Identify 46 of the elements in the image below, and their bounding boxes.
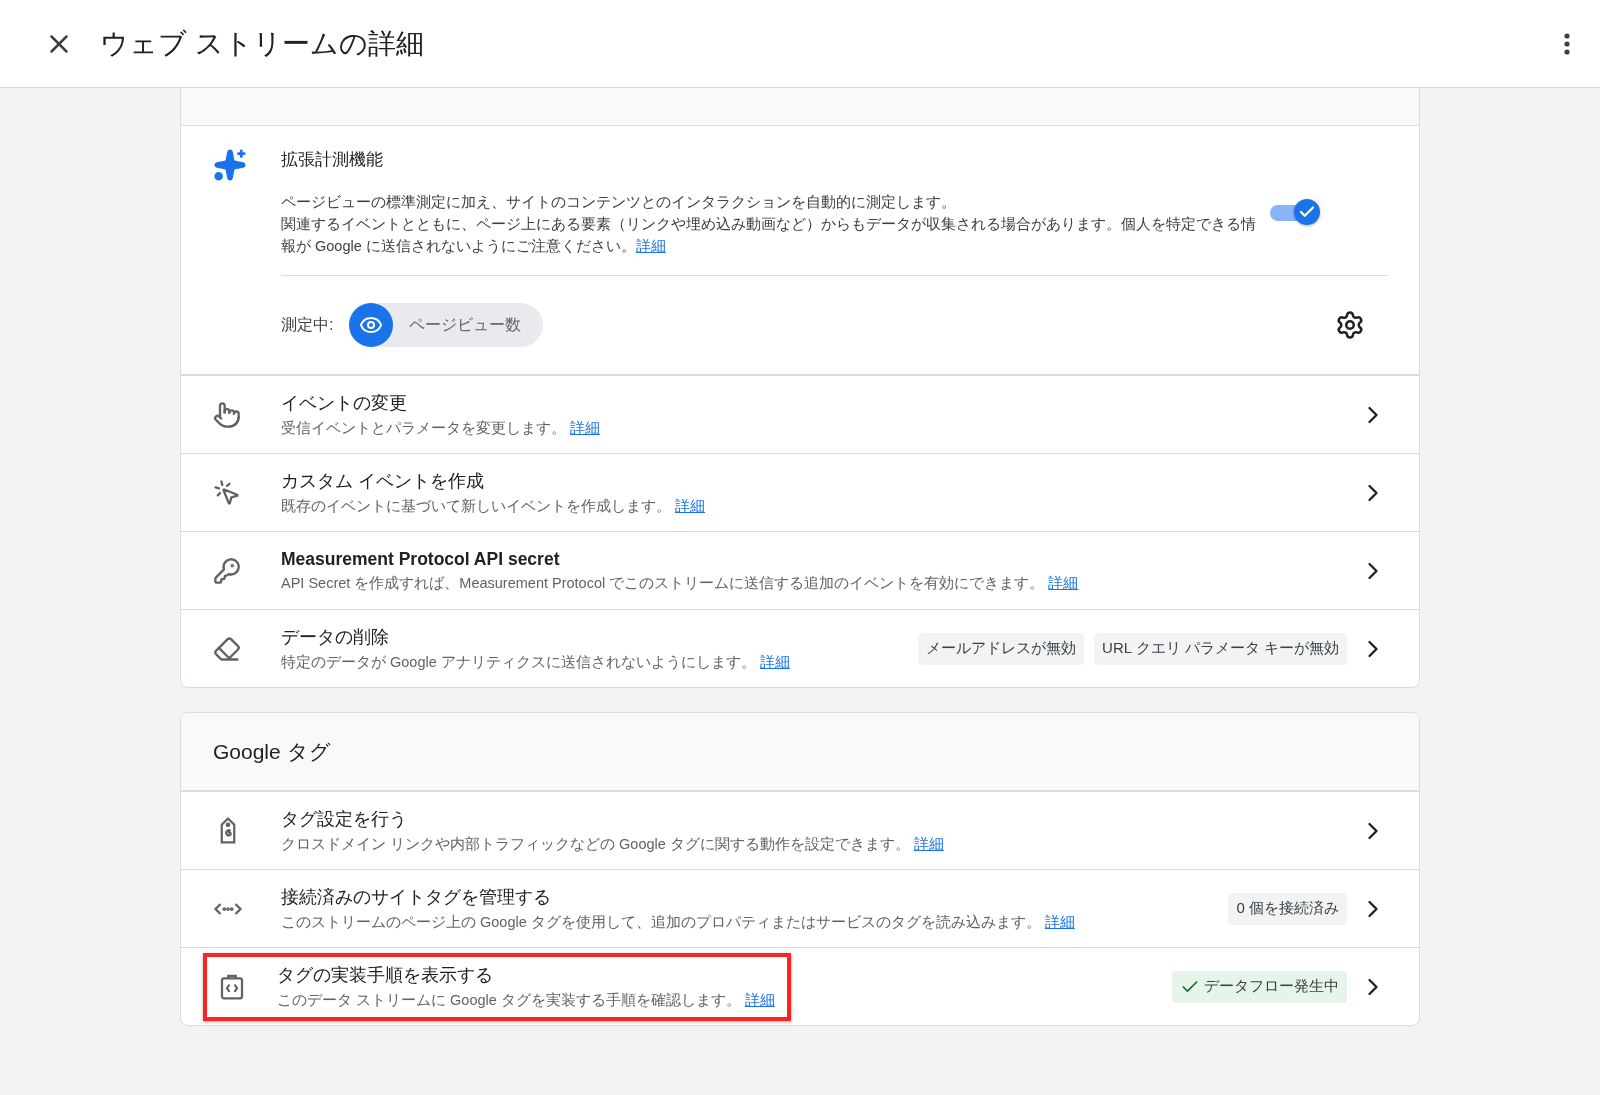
row-description: このストリームのページ上の Google タグを使用して、追加のプロパティまたはサービスのタグを読み込みます。 詳細 [281,913,1076,932]
settings-row[interactable]: タグ設定を行う クロスドメイン リンクや内部トラフィックなどの Google タグに関する動作を設定できます。 詳細 [181,791,1419,869]
toggle-switch[interactable] [1268,197,1320,227]
feature-description: ページビューの標準測定に加え、サイトのコンテンツとのインタラクションを自動的に測定します。 関連するイベントとともに、ページ上にある要素（リンクや埋め込み動画など）からもデータが収集される場合があります。個人を特定できる情報が Google に送信されないようにご注意ください。詳細 [281,193,1256,256]
card-title: Google タグ [213,738,331,765]
details-link[interactable]: 詳細 [635,238,666,254]
details-link[interactable]: 詳細 [1048,574,1079,591]
status-chip: データフロー発生中 [1172,970,1347,1003]
row-title: カスタム イベントを作成 [281,470,485,493]
row-title: Measurement Protocol API secret [281,548,561,570]
settings-row[interactable]: Measurement Protocol API secret API Secret を作成すれば、Measurement Protocol でこのストリームに送信する追加のイベントを有効にできます。 詳細 [181,531,1419,609]
details-link[interactable]: 詳細 [570,420,601,436]
measuring-label: 測定中: [281,314,334,335]
key-icon [213,556,241,585]
cursor-click-icon [213,478,241,507]
settings-row[interactable]: カスタム イベントを作成 既存のイベントに基づいて新しいイベントを作成します。 詳細 [181,453,1419,531]
settings-row[interactable]: イベントの変更 受信イベントとパラメータを変更します。 詳細 [181,375,1419,453]
row-description: API Secret を作成すれば、Measurement Protocol でこのストリームに送信する追加のイベントを有効にできます。 詳細 [281,573,1080,593]
page-title: ウェブ ストリームの詳細 [100,26,425,61]
row-description: 既存のイベントに基づいて新しいイベントを作成します。 詳細 [281,497,707,516]
row-title: データの削除 [281,626,390,649]
row-description: 特定のデータが Google アナリティクスに送信されないようにします。 詳細 [281,653,791,672]
info-chip: URL クエリ パラメータ キーが無効 [1094,632,1347,665]
details-link[interactable]: 詳細 [913,836,944,852]
details-link[interactable]: 詳細 [675,498,706,514]
settings-row[interactable]: データの削除 特定のデータが Google アナリティクスに送信されないようにします。 詳細 メールアドレスが無効 URL クエリ パラメータ キーが無効 [181,609,1419,687]
details-link[interactable]: 詳細 [744,992,775,1008]
row-title: イベントの変更 [281,392,408,415]
details-link[interactable]: 詳細 [1044,914,1075,930]
hand-pointer-icon [213,400,241,429]
feature-title: 拡張計測機能 [281,149,384,171]
details-link[interactable]: 詳細 [759,654,790,670]
sparkles-icon [213,148,247,182]
settings-row[interactable]: 接続済みのサイトタグを管理する このストリームのページ上の Google タグを使用して、追加のプロパティまたはサービスのタグを読み込みます。 詳細 0 個を接続済み [181,869,1419,947]
more-vertical-icon [1564,32,1570,55]
info-chip: 0 個を接続済み [1228,892,1347,925]
measured-event-chip: ページビュー数 [349,303,544,347]
eraser-icon [213,634,241,663]
settings-row[interactable]: タグの実装手順を表示する このデータ ストリームに Google タグを実装する手順を確認します。 詳細 データフロー発生中 [181,947,1419,1025]
info-chip: メールアドレスが無効 [918,632,1085,665]
row-title: タグの実装手順を表示する [277,964,494,987]
row-description: このデータ ストリームに Google タグを実装する手順を確認します。 詳細 [277,991,775,1010]
row-title: タグ設定を行う [281,808,408,831]
row-title: 接続済みのサイトタグを管理する [281,886,552,909]
row-description: 受信イベントとパラメータを変更します。 詳細 [281,419,602,438]
row-description: クロスドメイン リンクや内部トラフィックなどの Google タグに関する動作を設定できます。 詳細 [281,835,945,854]
